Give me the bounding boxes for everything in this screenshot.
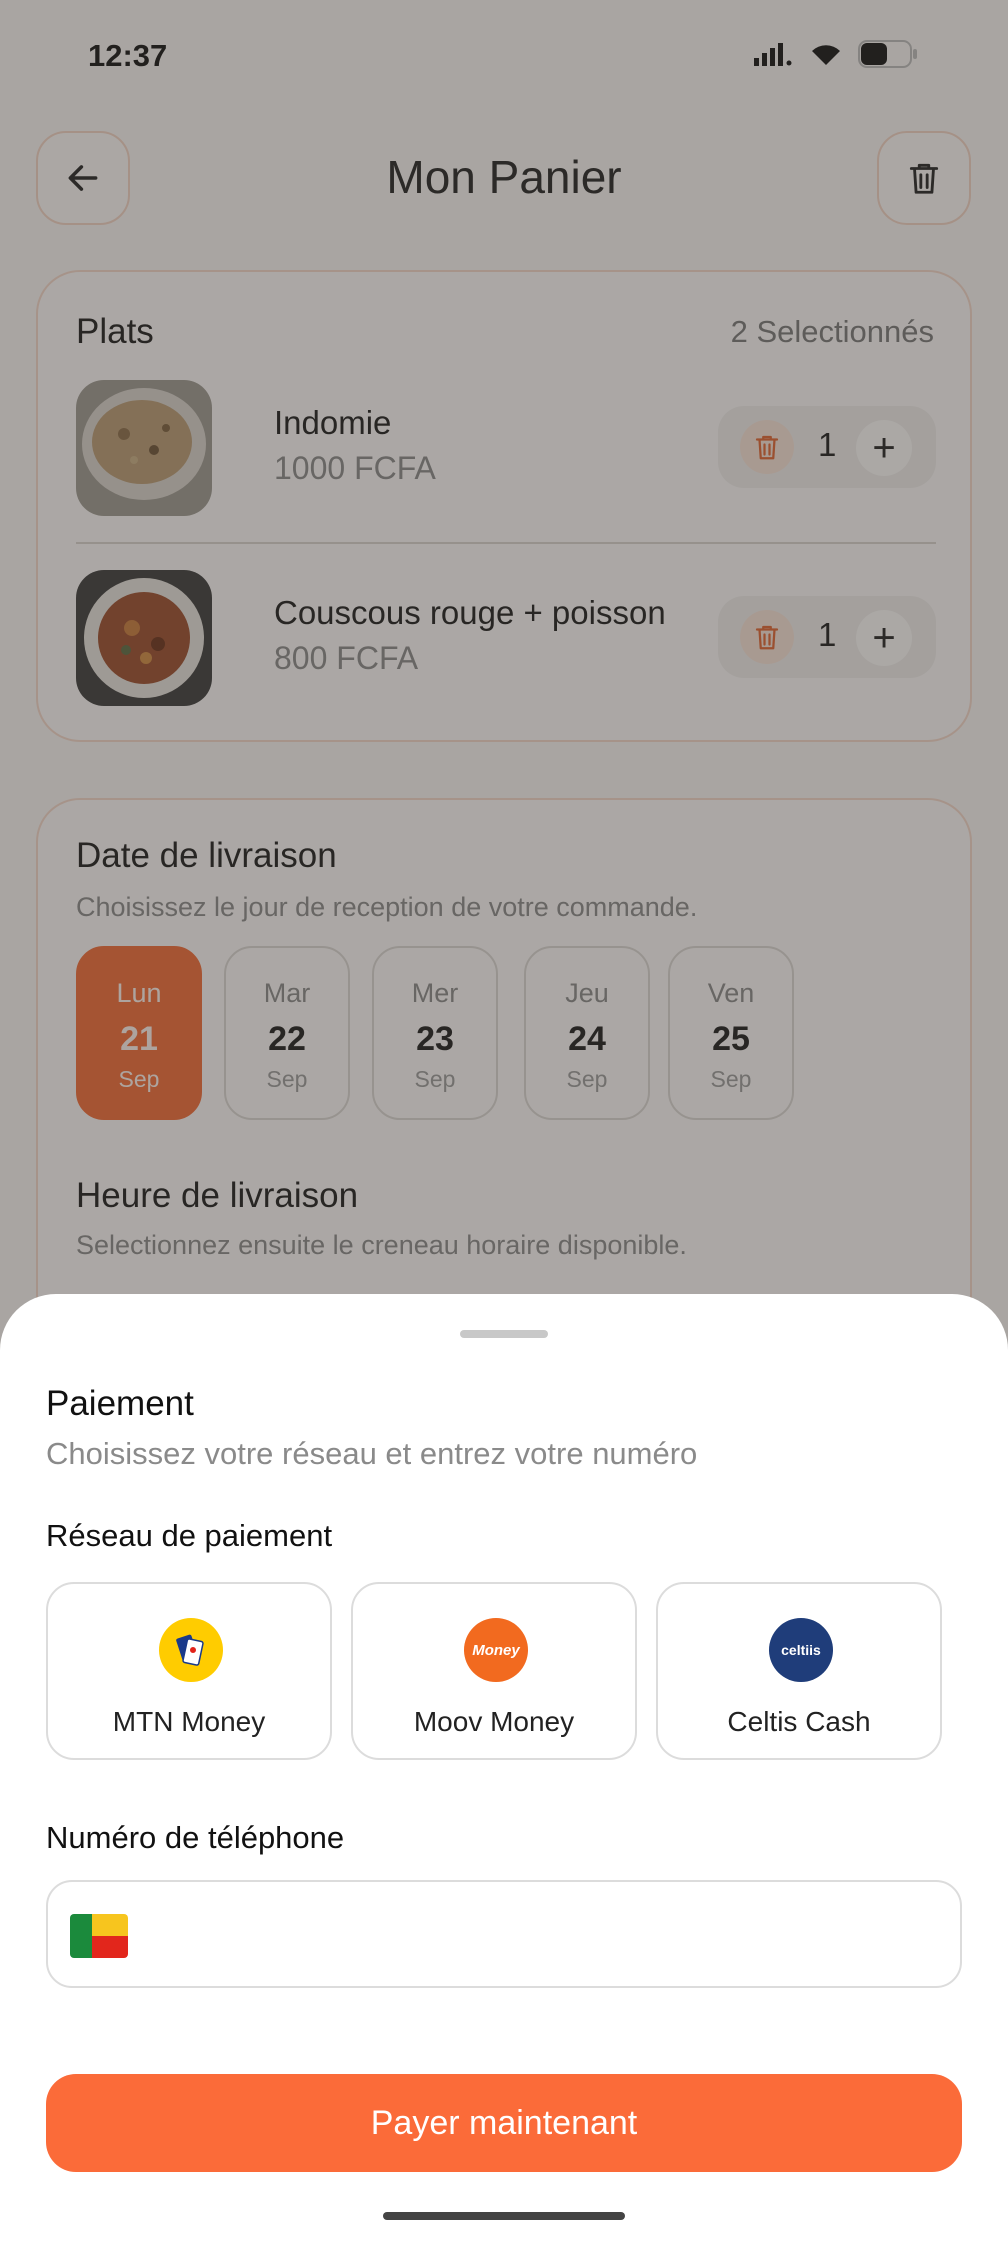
payment-title: Paiement [46, 1384, 194, 1423]
network-name: Celtis Cash [727, 1706, 871, 1737]
network-label: Réseau de paiement [46, 1518, 333, 1553]
celtis-logo-text: celtiis [781, 1642, 821, 1658]
phone-input[interactable] [46, 1880, 962, 1988]
network-name: MTN Money [112, 1706, 266, 1737]
mtn-logo-icon [159, 1618, 223, 1682]
network-option-celtis[interactable]: celtiis Celtis Cash [656, 1582, 942, 1760]
celtis-logo-icon: celtiis [769, 1618, 833, 1682]
phone-number-field[interactable] [148, 1906, 928, 1966]
pay-now-button[interactable]: Payer maintenant [46, 2074, 962, 2172]
sheet-handle[interactable] [460, 1330, 548, 1338]
phone-label: Numéro de téléphone [46, 1820, 345, 1855]
network-name: Moov Money [413, 1706, 575, 1737]
payment-subtitle: Choisissez votre réseau et entrez votre … [46, 1436, 698, 1471]
network-option-mtn[interactable]: MTN Money [46, 1582, 332, 1760]
payment-sheet: Paiement Choisissez votre réseau et entr… [0, 1294, 1008, 2244]
moov-logo-icon: Money [464, 1618, 528, 1682]
network-option-moov[interactable]: Money Moov Money [351, 1582, 637, 1760]
benin-flag-icon [70, 1914, 128, 1958]
home-indicator [383, 2212, 625, 2220]
moov-logo-text: Money [472, 1641, 520, 1659]
